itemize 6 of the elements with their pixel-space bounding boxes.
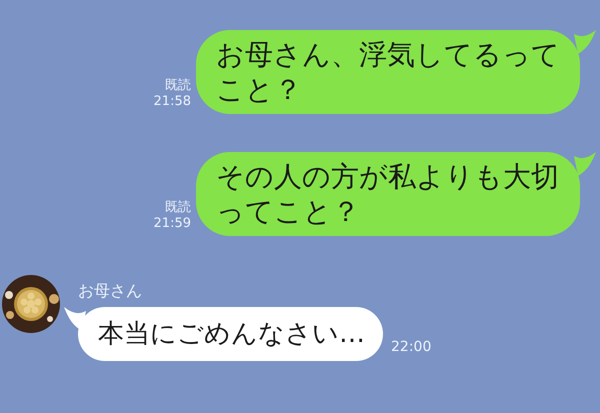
read-receipt: 既読: [165, 200, 191, 216]
sender-name: お母さん: [78, 281, 143, 301]
message-time: 22:00: [391, 339, 432, 357]
message-time: 21:58: [154, 94, 191, 110]
message-time: 21:59: [154, 216, 191, 232]
read-receipt: 既読: [165, 78, 191, 94]
